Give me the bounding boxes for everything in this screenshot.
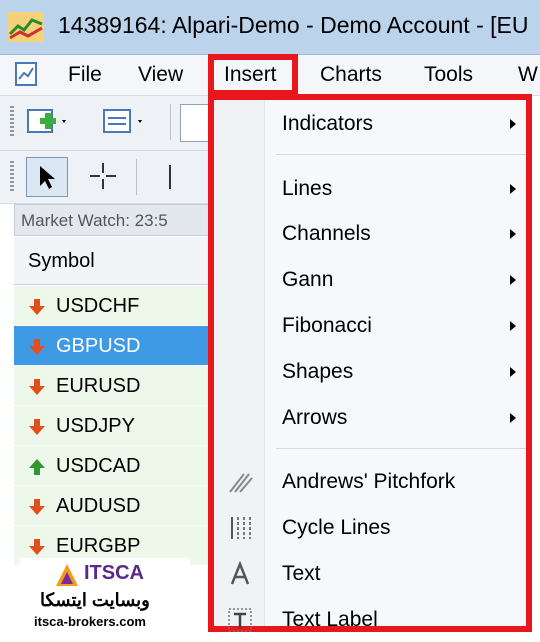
menu-item-arrows[interactable]: Arrows [214, 396, 526, 440]
vertical-line-icon[interactable] [164, 163, 176, 191]
menu-item-label: Gann [282, 268, 334, 291]
menu-item-indicators[interactable]: Indicators [214, 102, 526, 146]
menu-item-cycle-lines[interactable]: Cycle Lines [214, 506, 526, 550]
window-title: 14389164: Alpari-Demo - Demo Account - [… [58, 12, 529, 38]
submenu-arrow-icon [510, 367, 516, 377]
menu-item-lines[interactable]: Lines [214, 167, 526, 211]
menu-item-channels[interactable]: Channels [214, 212, 526, 256]
market-watch-row[interactable]: USDCHF [14, 286, 215, 326]
menu-file[interactable]: File [68, 55, 102, 95]
submenu-arrow-icon [510, 321, 516, 331]
market-watch-row[interactable]: GBPUSD [14, 326, 215, 366]
text-label-icon [228, 608, 252, 632]
menu-item-label: Channels [282, 222, 371, 245]
symbol-name: AUDUSD [56, 495, 141, 517]
crosshair-icon[interactable] [88, 161, 118, 191]
price-down-arrow-icon [29, 539, 45, 555]
menu-item-label: Cycle Lines [282, 516, 391, 539]
submenu-arrow-icon [510, 184, 516, 194]
menu-separator [276, 448, 526, 449]
menu-item-label: Andrews' Pitchfork [282, 470, 456, 493]
watermark-site: itsca-brokers.com [34, 614, 146, 629]
menu-item-gann[interactable]: Gann [214, 258, 526, 302]
submenu-arrow-icon [510, 229, 516, 239]
market-watch-row[interactable]: EURUSD [14, 366, 215, 406]
price-down-arrow-icon [29, 379, 45, 395]
document-chart-icon[interactable] [14, 61, 40, 87]
menu-separator [276, 154, 526, 155]
price-down-arrow-icon [29, 339, 45, 355]
price-down-arrow-icon [29, 499, 45, 515]
symbol-name: USDJPY [56, 415, 135, 437]
menu-tools[interactable]: Tools [424, 55, 473, 95]
menu-window[interactable]: W [518, 55, 538, 95]
line-studies-toolbar [0, 151, 215, 204]
price-down-arrow-icon [29, 299, 45, 315]
toolbar-grip[interactable] [10, 161, 14, 193]
menu-item-label: Text [282, 562, 321, 585]
symbol-name: EURGBP [56, 535, 141, 557]
menu-item-label: Lines [282, 177, 333, 200]
market-watch-row[interactable]: USDJPY [14, 406, 215, 446]
watermark-arabic: وبسایت ایتسکا [40, 590, 150, 610]
submenu-arrow-icon [510, 413, 516, 423]
menu-item-label: Fibonacci [282, 314, 372, 337]
menu-item-text[interactable]: Text [214, 552, 526, 596]
menu-item-text-label[interactable]: Text Label [214, 598, 526, 642]
market-watch-header: Market Watch: 23:5 [14, 204, 215, 236]
symbol-name: EURUSD [56, 375, 141, 397]
symbol-name: USDCAD [56, 455, 141, 477]
market-watch-row[interactable]: USDCAD [14, 446, 215, 486]
price-down-arrow-icon [29, 419, 45, 435]
cycle-lines-icon [231, 517, 251, 539]
menu-item-label: Arrows [282, 406, 348, 429]
symbol-name: GBPUSD [56, 335, 141, 357]
market-watch-row[interactable]: AUDUSD [14, 486, 215, 526]
toolbar-divider [170, 104, 171, 140]
text-icon [230, 560, 250, 585]
menu-item-andrews-pitchfork[interactable]: Andrews' Pitchfork [214, 460, 526, 504]
pitchfork-icon [229, 473, 253, 493]
menu-insert[interactable]: Insert [224, 55, 277, 95]
toolbar-grip[interactable] [10, 106, 14, 138]
title-bar: 14389164: Alpari-Demo - Demo Account - [… [0, 0, 540, 55]
new-chart-icon[interactable] [26, 106, 70, 138]
itsca-watermark: ITSCA وبسایت ایتسکا itsca-brokers.com [20, 558, 190, 638]
symbol-column-header[interactable]: Symbol [14, 237, 215, 285]
toolbar-button-partial[interactable] [180, 104, 210, 142]
symbol-name: USDCHF [56, 295, 140, 317]
menu-item-label: Indicators [282, 112, 374, 135]
submenu-arrow-icon [510, 119, 516, 129]
menu-item-label: Shapes [282, 360, 354, 383]
insert-dropdown-menu: Indicators Lines Channels Gann Fibonacci… [208, 94, 532, 632]
menu-item-label: Text Label [282, 608, 378, 631]
itsca-logo-icon [56, 564, 78, 586]
submenu-arrow-icon [510, 275, 516, 285]
profiles-icon[interactable] [102, 106, 146, 138]
toolbar-divider [136, 159, 137, 195]
cursor-arrow-icon [40, 166, 55, 189]
cursor-button[interactable] [26, 157, 68, 197]
menu-insert-highlight[interactable]: Insert [208, 54, 298, 96]
menu-charts[interactable]: Charts [320, 55, 382, 95]
standard-toolbar [0, 96, 215, 151]
menu-item-shapes[interactable]: Shapes [214, 350, 526, 394]
menu-item-fibonacci[interactable]: Fibonacci [214, 304, 526, 348]
menu-view[interactable]: View [138, 55, 183, 95]
price-up-arrow-icon [29, 459, 45, 475]
watermark-brand: ITSCA [84, 562, 144, 584]
metatrader-app-icon [8, 12, 44, 42]
